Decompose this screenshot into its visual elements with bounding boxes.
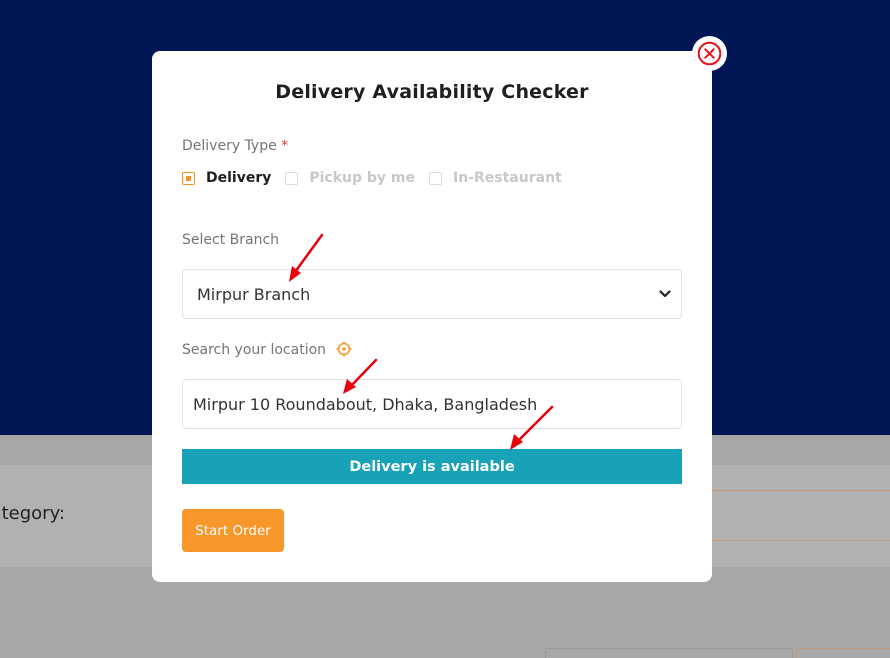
chevron-down-icon — [659, 290, 671, 298]
option-label: Pickup by me — [309, 170, 416, 186]
checkbox-icon[interactable] — [429, 171, 443, 185]
background-field — [712, 490, 890, 541]
location-label: Search your location — [182, 341, 352, 358]
option-label: In-Restaurant — [453, 170, 562, 186]
branch-select-value: Mirpur Branch — [197, 284, 311, 304]
delivery-type-label: Delivery Type * — [182, 138, 289, 154]
category-label: Category: — [0, 503, 65, 524]
location-input[interactable] — [182, 379, 682, 429]
checkbox-checked-icon[interactable] — [182, 171, 195, 185]
branch-select[interactable]: Mirpur Branch — [182, 269, 682, 319]
delivery-status-banner: Delivery is available — [182, 449, 682, 484]
delivery-checker-modal: Delivery Availability Checker Delivery T… — [152, 51, 712, 582]
close-button[interactable] — [692, 36, 727, 71]
option-in-restaurant[interactable]: In-Restaurant — [429, 170, 562, 186]
option-label: Delivery — [206, 170, 272, 186]
background-box — [545, 648, 793, 658]
required-asterisk: * — [281, 138, 289, 154]
option-pickup[interactable]: Pickup by me — [285, 170, 415, 186]
start-order-button[interactable]: Start Order — [182, 509, 284, 552]
background-box — [796, 648, 890, 658]
option-delivery[interactable]: Delivery — [182, 170, 271, 186]
delivery-type-options: Delivery Pickup by me In-Restaurant — [182, 170, 576, 186]
checkbox-icon[interactable] — [285, 171, 299, 185]
crosshair-target-icon[interactable] — [336, 341, 352, 357]
select-branch-label: Select Branch — [182, 232, 280, 248]
modal-title: Delivery Availability Checker — [275, 81, 589, 103]
close-circle-icon — [697, 41, 722, 66]
